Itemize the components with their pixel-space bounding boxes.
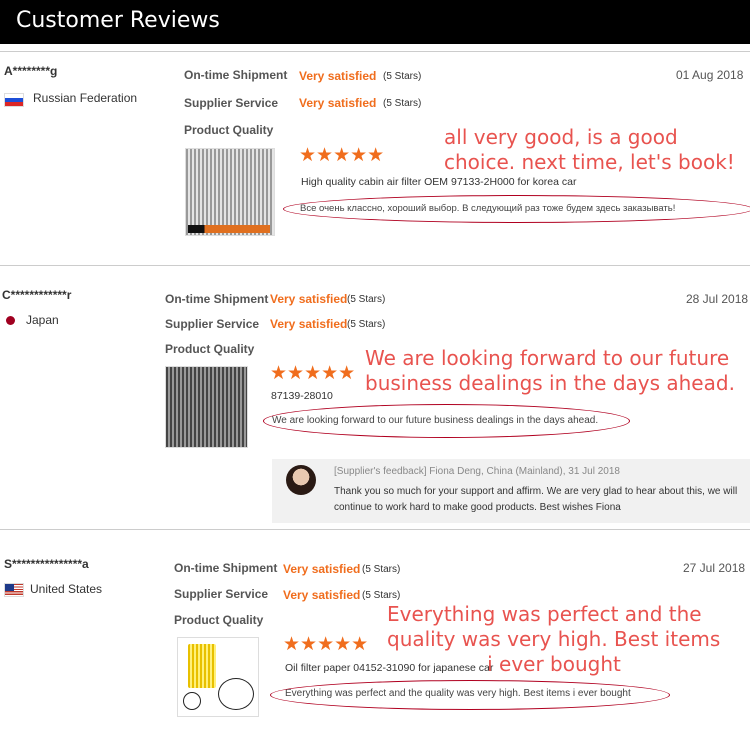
quality-label: Product Quality (165, 342, 255, 356)
product-thumbnail[interactable] (185, 148, 275, 236)
usa-flag-icon (4, 583, 24, 597)
service-stars-note: (5 Stars) (362, 590, 401, 601)
star-rating: ★★★★★ (299, 145, 385, 166)
service-label: Supplier Service (184, 96, 279, 110)
product-thumbnail[interactable] (165, 366, 248, 448)
shipment-rating: Very satisfied (283, 562, 361, 576)
service-stars-note: (5 Stars) (347, 319, 386, 330)
oring-icon (183, 692, 201, 710)
oring-icon (218, 678, 254, 710)
reviewer-country: Japan (26, 313, 59, 327)
translation-annotation: all very good, is a good choice. next ti… (444, 125, 735, 175)
product-name[interactable]: 87139-28010 (271, 390, 333, 402)
reviewer-country: Russian Federation (33, 91, 138, 105)
avatar (286, 465, 316, 495)
quality-label: Product Quality (184, 123, 274, 137)
review-date: 01 Aug 2018 (676, 68, 744, 82)
shipment-label: On-time Shipment (165, 292, 269, 306)
shipment-rating: Very satisfied (299, 69, 377, 83)
feedback-meta: [Supplier's feedback] Fiona Deng, China … (334, 466, 620, 477)
service-stars-note: (5 Stars) (383, 98, 422, 109)
highlight-ellipse (263, 404, 630, 438)
translation-line: quality was very high. Best items (387, 627, 721, 651)
oil-filter-image (188, 644, 216, 688)
review-date: 28 Jul 2018 (686, 292, 749, 306)
star-rating: ★★★★★ (270, 363, 356, 384)
supplier-feedback: [Supplier's feedback] Fiona Deng, China … (272, 459, 750, 523)
star-rating: ★★★★★ (283, 634, 369, 655)
shipment-stars-note: (5 Stars) (347, 294, 386, 305)
service-label: Supplier Service (165, 317, 260, 331)
reviewer-name: C************r (2, 288, 72, 302)
highlight-ellipse (283, 195, 750, 223)
product-name[interactable]: High quality cabin air filter OEM 97133-… (301, 176, 576, 188)
translation-line: choice. next time, let's book! (444, 150, 735, 174)
quality-label: Product Quality (174, 613, 264, 627)
shipment-rating: Very satisfied (270, 292, 348, 306)
feedback-text: Thank you so much for your support and a… (334, 486, 738, 513)
divider (0, 529, 750, 530)
translation-line: Everything was perfect and the (387, 602, 702, 626)
divider (0, 51, 750, 52)
service-rating: Very satisfied (299, 96, 377, 110)
shipment-label: On-time Shipment (174, 561, 278, 575)
translation-annotation: Everything was perfect and the quality w… (387, 602, 721, 677)
translation-line: all very good, is a good (444, 125, 678, 149)
page-title: Customer Reviews (16, 8, 220, 33)
highlight-ellipse (270, 680, 670, 710)
translation-annotation: We are looking forward to our future bus… (365, 346, 735, 396)
shipment-label: On-time Shipment (184, 68, 288, 82)
service-rating: Very satisfied (270, 317, 348, 331)
divider (0, 265, 750, 266)
service-rating: Very satisfied (283, 588, 361, 602)
reviewer-name: S***************a (4, 557, 89, 571)
page-header: Customer Reviews (0, 0, 750, 44)
shipment-stars-note: (5 Stars) (383, 71, 422, 82)
russia-flag-icon (4, 93, 24, 107)
product-thumbnail[interactable] (177, 637, 259, 717)
translation-line: business dealings in the days ahead. (365, 371, 735, 395)
review-date: 27 Jul 2018 (683, 561, 746, 575)
shipment-stars-note: (5 Stars) (362, 564, 401, 575)
thumbnail-badge (188, 225, 270, 233)
service-label: Supplier Service (174, 587, 269, 601)
japan-flag-icon (6, 316, 15, 325)
translation-line: i ever bought (487, 652, 621, 676)
reviewer-name: A********g (4, 64, 58, 78)
reviewer-country: United States (30, 582, 103, 596)
translation-line: We are looking forward to our future (365, 346, 730, 370)
